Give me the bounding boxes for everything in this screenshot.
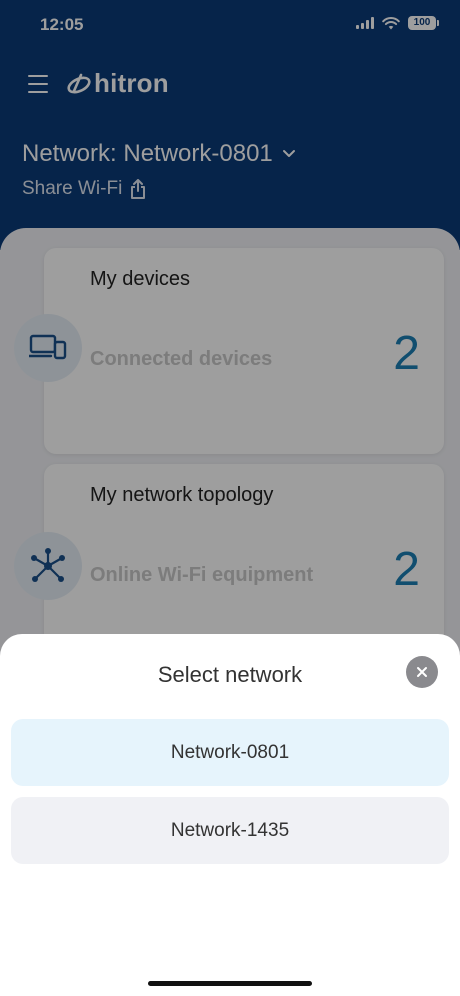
network-option-label: Network-0801 <box>170 741 290 763</box>
network-option-label: Network-1435 <box>170 819 290 841</box>
network-option-1435[interactable]: Network-1435 <box>11 797 449 864</box>
close-button[interactable] <box>406 656 438 688</box>
network-option-0801[interactable]: Network-0801 <box>11 719 449 786</box>
sheet-title: Select network <box>157 662 303 687</box>
home-indicator[interactable] <box>148 981 312 986</box>
select-network-sheet: Select network Network-0801 Network-1435 <box>0 634 460 996</box>
close-icon <box>417 667 427 677</box>
